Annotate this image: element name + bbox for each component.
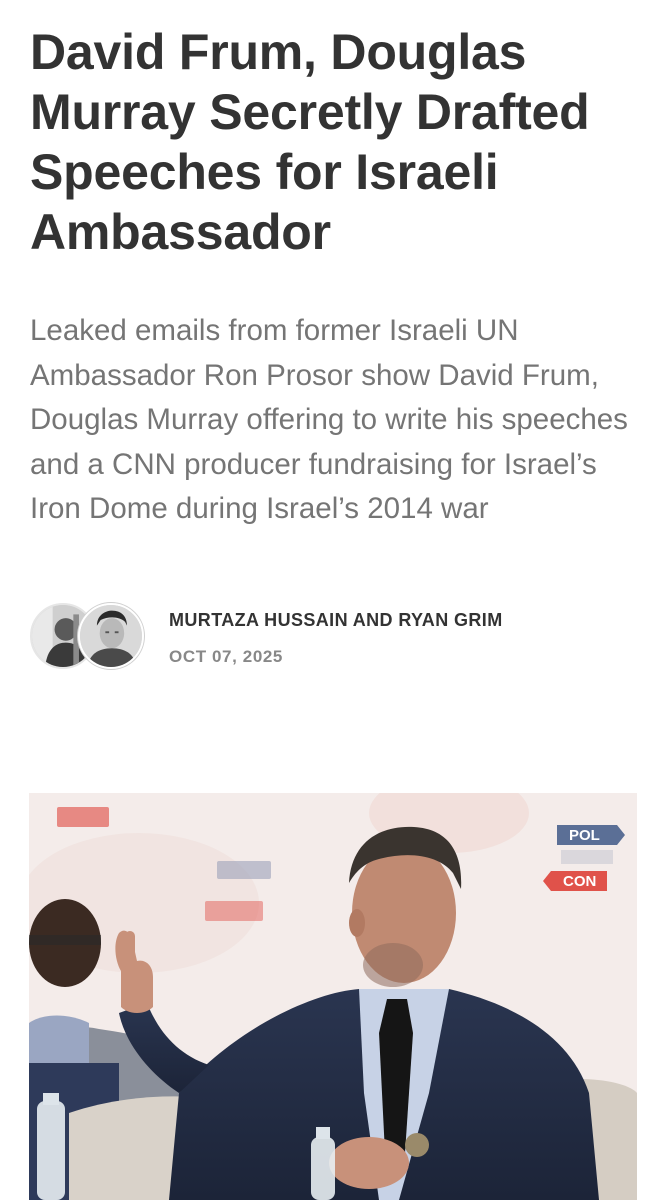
author-avatars xyxy=(30,603,150,671)
author-names[interactable]: MURTAZA HUSSAIN AND RYAN GRIM xyxy=(169,610,503,631)
byline: MURTAZA HUSSAIN AND RYAN GRIM OCT 07, 20… xyxy=(30,603,640,673)
author-avatar-2[interactable] xyxy=(78,603,144,669)
svg-text:CON: CON xyxy=(563,873,596,890)
svg-text:POL: POL xyxy=(569,827,600,844)
article-subheadline: Leaked emails from former Israeli UN Amb… xyxy=(30,314,628,525)
publish-date: OCT 07, 2025 xyxy=(169,647,283,666)
article: David Frum, Douglas Murray Secretly Draf… xyxy=(0,0,665,1200)
hero-photo: POL CON xyxy=(29,793,637,1200)
article-headline: David Frum, Douglas Murray Secretly Draf… xyxy=(30,24,590,260)
